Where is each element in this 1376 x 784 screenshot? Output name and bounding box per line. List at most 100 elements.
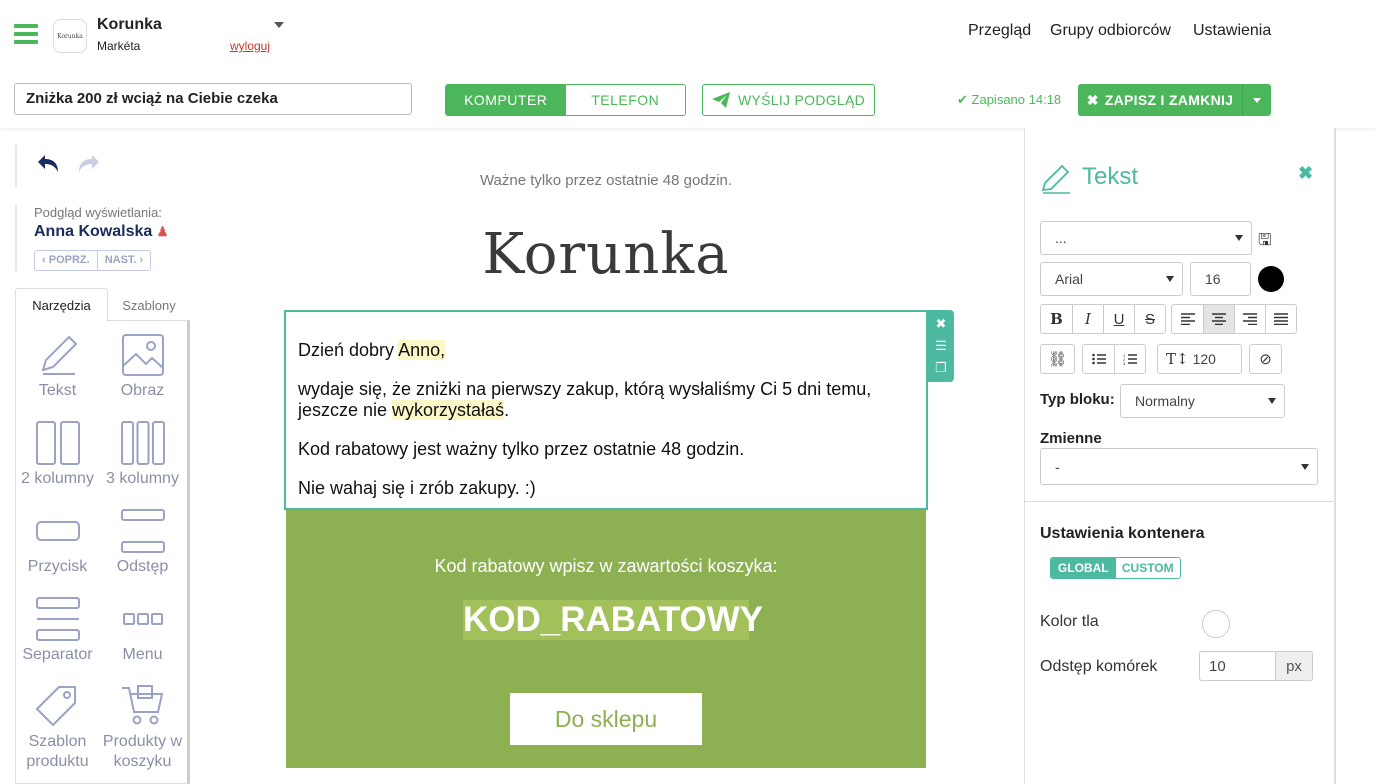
tool-two-columns[interactable]: 2 kolumny xyxy=(15,420,100,488)
align-center-icon[interactable] xyxy=(1203,305,1234,333)
font-size-value: 16 xyxy=(1205,271,1221,287)
redo-icon[interactable] xyxy=(76,152,102,183)
divider xyxy=(15,145,17,187)
save-style-icon[interactable]: 🖫 xyxy=(1258,229,1272,256)
paragraph: Nie wahaj się i zrób zakupy. :) xyxy=(298,478,536,498)
greeting-prefix: Dzień dobry xyxy=(298,340,399,360)
duplicate-block-icon[interactable]: ❐ xyxy=(935,360,947,376)
block-type-select[interactable]: Normalny xyxy=(1120,384,1285,418)
alignment-group xyxy=(1171,304,1297,334)
tool-button[interactable]: Przycisk xyxy=(15,508,100,576)
email-tagline[interactable]: Ważne tylko przez ostatnie 48 godzin. xyxy=(286,172,926,189)
tool-menu[interactable]: Menu xyxy=(100,596,185,664)
bg-color-swatch[interactable] xyxy=(1202,610,1230,638)
container-settings-title: Ustawienia kontenera xyxy=(1040,525,1205,542)
drag-handle-icon[interactable]: ☰ xyxy=(935,338,947,354)
undo-icon[interactable] xyxy=(35,152,61,183)
view-phone-button[interactable]: TELEFON xyxy=(565,85,685,115)
tool-label: Szablon produktu xyxy=(26,733,89,770)
font-size-input[interactable]: 16 xyxy=(1190,262,1251,296)
chevron-down-icon xyxy=(1301,463,1309,470)
tool-text[interactable]: Tekst xyxy=(15,332,100,400)
tab-tools[interactable]: Narzędzia xyxy=(15,288,108,321)
close-panel-icon[interactable]: ✖ xyxy=(1298,163,1313,184)
chevron-down-icon xyxy=(1253,97,1261,103)
tool-image[interactable]: Obraz xyxy=(100,332,185,400)
block-toolbar: ✖ ☰ ❐ xyxy=(928,310,954,382)
tool-separator[interactable]: Separator xyxy=(15,596,100,664)
nav-recipient-groups[interactable]: Grupy odbiorców xyxy=(1050,22,1171,40)
divider xyxy=(15,205,17,271)
button-icon xyxy=(35,521,80,541)
send-preview-button[interactable]: WYŚLIJ PODGLĄD xyxy=(702,84,875,116)
menu-icon xyxy=(122,613,163,625)
underline-button[interactable]: U xyxy=(1103,305,1134,333)
bg-color-label: Kolor tla xyxy=(1040,613,1099,630)
subject-input[interactable]: Zniżka 200 zł wciąż na Ciebie czeka xyxy=(14,83,412,115)
view-desktop-button[interactable]: KOMPUTER xyxy=(446,85,566,115)
view-toggle: KOMPUTER TELEFON xyxy=(445,84,686,116)
numbered-list-icon[interactable]: 123 xyxy=(1114,345,1145,373)
bullet-list-icon[interactable] xyxy=(1083,345,1114,373)
preview-prev-button[interactable]: ‹ POPRZ. xyxy=(35,251,97,270)
delete-block-icon[interactable]: ✖ xyxy=(936,316,947,332)
tool-three-columns[interactable]: 3 kolumny xyxy=(100,420,185,488)
link-icon[interactable]: ⛓ xyxy=(1041,345,1074,373)
line-height-input[interactable]: T↕ 120 xyxy=(1157,344,1242,374)
account-dropdown-icon[interactable] xyxy=(274,22,284,28)
tab-templates[interactable]: Szablony xyxy=(108,290,190,320)
align-left-icon[interactable] xyxy=(1172,305,1203,333)
block-type-label: Typ bloku: xyxy=(1040,391,1115,408)
paragraph: wydaje się, że zniżki na pierwszy zakup,… xyxy=(298,379,914,421)
separator-icon xyxy=(35,597,80,641)
tool-product-template[interactable]: Szablon produktu xyxy=(15,684,100,772)
italic-button[interactable]: I xyxy=(1072,305,1103,333)
tool-label: Separator xyxy=(22,646,93,663)
variables-label: Zmienne xyxy=(1040,430,1102,447)
chevron-down-icon xyxy=(1166,276,1174,282)
tool-label: Produkty w koszyku xyxy=(102,733,183,770)
clear-format-icon[interactable]: ⊘ xyxy=(1250,345,1281,373)
highlighted-variable: wykorzystałaś xyxy=(392,400,505,420)
align-right-icon[interactable] xyxy=(1234,305,1265,333)
block-type-value: Normalny xyxy=(1135,393,1195,409)
align-justify-icon[interactable] xyxy=(1265,305,1296,333)
tool-label: Tekst xyxy=(38,382,77,399)
paragraph-suffix: . xyxy=(504,400,510,420)
global-button[interactable]: GLOBAL xyxy=(1051,558,1116,578)
spacer-icon xyxy=(120,509,165,553)
custom-button[interactable]: CUSTOM xyxy=(1115,558,1180,578)
paragraph: Kod rabatowy jest ważny tylko przez osta… xyxy=(298,439,745,459)
chevron-down-icon xyxy=(1235,235,1243,241)
variables-select[interactable]: - xyxy=(1040,448,1318,485)
nav-settings[interactable]: Ustawienia xyxy=(1193,22,1271,40)
preview-next-button[interactable]: NAST. › xyxy=(96,251,151,270)
preview-label: Podgląd wyświetlania: xyxy=(34,205,162,220)
cell-spacing-input[interactable]: 10 xyxy=(1200,652,1275,680)
hamburger-menu-icon[interactable] xyxy=(14,24,38,44)
cell-spacing-unit: px xyxy=(1275,652,1312,680)
strikethrough-button[interactable]: S xyxy=(1134,305,1165,333)
tool-label: 2 kolumny xyxy=(21,470,94,487)
cell-spacing-label: Odstęp komórek xyxy=(1040,658,1158,675)
send-preview-label: WYŚLIJ PODGLĄD xyxy=(737,92,866,108)
style-select[interactable]: ... xyxy=(1040,221,1252,255)
save-close-button[interactable]: ✖ ZAPISZ I ZAMKNIJ xyxy=(1078,84,1243,116)
logout-link[interactable]: wyloguj xyxy=(230,39,270,53)
clear-format-group: ⊘ xyxy=(1249,344,1282,374)
two-columns-icon xyxy=(35,421,80,465)
text-color-swatch[interactable] xyxy=(1258,266,1284,292)
bold-button[interactable]: B xyxy=(1041,305,1072,333)
save-close-button-group: ✖ ZAPISZ I ZAMKNIJ xyxy=(1078,84,1271,116)
font-family-select[interactable]: Arial xyxy=(1040,262,1183,296)
tool-label: Obraz xyxy=(120,382,165,399)
email-logo[interactable]: Korunka xyxy=(286,222,926,287)
paper-plane-icon xyxy=(711,92,730,108)
tool-cart-products[interactable]: Produkty w koszyku xyxy=(100,684,185,772)
tool-spacer[interactable]: Odstęp xyxy=(100,508,185,576)
nav-overview[interactable]: Przegląd xyxy=(968,22,1031,40)
greeting-name: Anno, xyxy=(398,340,446,360)
save-options-dropdown[interactable] xyxy=(1243,97,1271,103)
shop-button[interactable]: Do sklepu xyxy=(510,693,702,745)
selected-text-block[interactable]: Dzień dobry Anno, wydaje się, że zniżki … xyxy=(284,310,928,510)
